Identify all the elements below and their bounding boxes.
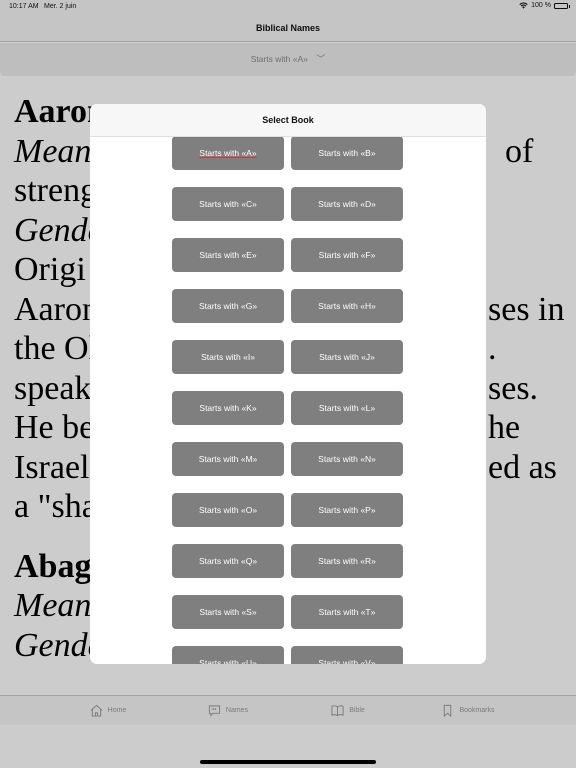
letter-button-label: Starts with «N» xyxy=(318,454,376,464)
letter-button-label: Starts with «I» xyxy=(201,352,255,362)
letter-button-label: Starts with «C» xyxy=(199,199,257,209)
letter-button[interactable]: Starts with «D» xyxy=(291,187,403,221)
letter-button[interactable]: Starts with «K» xyxy=(172,391,284,425)
letter-button-label: Starts with «S» xyxy=(199,607,257,617)
letter-button-label: Starts with «T» xyxy=(318,607,376,617)
letter-button[interactable]: Starts with «O» xyxy=(172,493,284,527)
letter-button-label: Starts with «F» xyxy=(318,250,376,260)
modal-title: Select Book xyxy=(262,115,314,125)
letter-button-label: Starts with «H» xyxy=(318,301,376,311)
letter-button[interactable]: Starts with «M» xyxy=(172,442,284,476)
letter-button-label: Starts with «U» xyxy=(199,658,257,664)
letter-button-label: Starts with «P» xyxy=(318,505,376,515)
letter-button[interactable]: Starts with «I» xyxy=(172,340,284,374)
modal-body[interactable]: Starts with «A» Starts with «B» Starts wit… xyxy=(90,137,486,664)
letter-button-label: Starts with «D» xyxy=(318,199,376,209)
letter-button[interactable]: Starts with «H» xyxy=(291,289,403,323)
letter-button-label: Starts with «V» xyxy=(318,658,376,664)
letter-grid: Starts with «A» Starts with «B» Starts wit… xyxy=(172,137,404,664)
letter-button-label: Starts with «L» xyxy=(318,403,376,413)
modal-header: Select Book xyxy=(90,104,486,137)
letter-button-label: Starts with «R» xyxy=(318,556,376,566)
letter-button[interactable]: Starts with «C» xyxy=(172,187,284,221)
letter-button[interactable]: Starts with «F» xyxy=(291,238,403,272)
letter-button-label: Starts with «Q» xyxy=(198,556,258,566)
letter-button-label: Starts with «M» xyxy=(198,454,258,464)
letter-button[interactable]: Starts with «L» xyxy=(291,391,403,425)
letter-button-label: Starts with «G» xyxy=(198,301,258,311)
letter-button[interactable]: Starts with «Q» xyxy=(172,544,284,578)
letter-button[interactable]: Starts with «B» xyxy=(291,137,403,170)
letter-button-label: Starts with «E» xyxy=(199,250,257,260)
letter-button-label: Starts with «K» xyxy=(199,403,257,413)
letter-button[interactable]: Starts with «A» xyxy=(172,137,284,170)
letter-button[interactable]: Starts with «J» xyxy=(291,340,403,374)
letter-button[interactable]: Starts with «V» xyxy=(291,646,403,664)
letter-button[interactable]: Starts with «E» xyxy=(172,238,284,272)
letter-button-label: Starts with «B» xyxy=(318,148,376,158)
letter-button[interactable]: Starts with «U» xyxy=(172,646,284,664)
letter-button-label: Starts with «O» xyxy=(198,505,258,515)
letter-button[interactable]: Starts with «G» xyxy=(172,289,284,323)
letter-button[interactable]: Starts with «S» xyxy=(172,595,284,629)
letter-button-label: Starts with «A» xyxy=(199,148,257,158)
letter-button[interactable]: Starts with «P» xyxy=(291,493,403,527)
home-indicator[interactable] xyxy=(200,760,376,764)
letter-button[interactable]: Starts with «T» xyxy=(291,595,403,629)
select-book-modal: Select Book Starts with «A» Starts with «… xyxy=(90,104,486,664)
letter-button[interactable]: Starts with «R» xyxy=(291,544,403,578)
letter-button[interactable]: Starts with «N» xyxy=(291,442,403,476)
letter-button-label: Starts with «J» xyxy=(319,352,375,362)
